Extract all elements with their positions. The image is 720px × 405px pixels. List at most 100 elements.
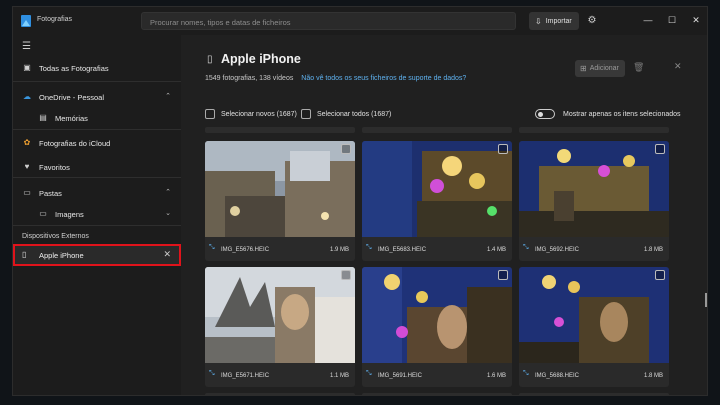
photo-tile[interactable]: ⤡ IMG_E5671.HEIC 1.1 MB [205,267,355,387]
maximize-button[interactable]: ☐ [661,11,683,29]
select-all-label: Selecionar todos (1687) [317,110,392,118]
photo-tile[interactable]: ⤡ IMG_5688.HEIC 1.8 MB [519,267,669,387]
sidebar-item-folders[interactable]: ▭ Pastas ⌃ [13,183,181,203]
vertical-scrollbar[interactable] [705,293,707,307]
divider [13,129,181,130]
sidebar-item-images[interactable]: ▭ Imagens ⌄ [13,204,181,224]
memories-icon: ▤ [39,113,47,122]
close-icon[interactable]: ✕ [674,61,682,72]
photo-select-checkbox[interactable] [341,144,351,154]
add-label: Adicionar [589,65,619,72]
close-window-button[interactable]: ✕ [685,11,707,29]
search-input[interactable]: Procurar nomes, tipos e datas de ficheir… [141,12,516,30]
photo-thumbnail [205,267,355,363]
photo-info: ⤡ IMG_E5671.HEIC 1.1 MB [205,363,355,387]
phone-icon: ▯ [22,250,27,259]
photo-select-checkbox[interactable] [498,144,508,154]
import-label: Importar [545,17,572,25]
select-new-label: Selecionar novos (1687) [221,110,297,118]
sidebar: ☰ ▣ Todas as Fotografias ☁ OneDrive - Pe… [13,35,181,395]
photo-select-checkbox[interactable] [655,270,665,280]
show-selected-label: Mostrar apenas os itens selecionados [563,110,681,118]
photo-file-icon: ⤡ [523,244,529,251]
hamburger-menu-icon[interactable]: ☰ [22,41,31,52]
select-all-checkbox[interactable]: Selecionar todos (1687) [301,108,391,120]
photo-size: 1.4 MB [486,247,506,253]
heart-icon: ♥ [24,162,30,171]
photo-select-checkbox[interactable] [498,270,508,280]
divider [13,177,181,178]
photo-filename: IMG_5691.HEIC [378,373,423,379]
photo-file-icon: ⤡ [366,244,372,251]
import-icon: ⇩ [535,16,542,26]
photo-file-icon: ⤡ [523,370,529,377]
settings-gear-icon[interactable]: ⚙ [585,14,599,28]
photo-filename: IMG_E5676.HEIC [221,247,270,253]
photo-file-icon: ⤡ [366,370,372,377]
next-row-edge [519,393,669,395]
checkbox-box[interactable] [301,109,311,119]
add-button[interactable]: ⊞ Adicionar [575,60,625,77]
chevron-up-icon[interactable]: ⌃ [165,92,171,100]
photo-size: 1.1 MB [329,373,349,379]
title-bar: Fotografias Procurar nomes, tipos e data… [13,7,707,35]
cloud-icon: ☁ [23,92,31,101]
next-row-edge [205,393,355,395]
photo-filename: IMG_5692.HEIC [535,247,580,253]
photo-file-icon: ⤡ [209,244,215,251]
photo-tile[interactable]: ⤡ IMG_5692.HEIC 1.8 MB [519,141,669,261]
sidebar-item-favorites[interactable]: ♥ Favoritos [13,157,181,177]
toggle-switch[interactable] [535,109,555,119]
divider [13,81,181,82]
photo-info: ⤡ IMG_E5683.HEIC 1.4 MB [362,237,512,261]
photo-thumbnail [519,141,669,237]
previous-row-edge [519,127,669,133]
photo-count-summary: 1549 fotografias, 138 vídeos Não vê todo… [205,75,466,82]
close-icon[interactable]: ✕ [163,249,171,260]
trash-icon[interactable]: 🗑 [633,62,644,73]
photo-thumbnail [362,141,512,237]
photo-thumbnail [519,267,669,363]
photo-tile[interactable]: ⤡ IMG_5691.HEIC 1.6 MB [362,267,512,387]
select-new-checkbox[interactable]: Selecionar novos (1687) [205,108,297,120]
photos-icon: ▣ [23,63,31,72]
photo-thumbnail [362,267,512,363]
chevron-down-icon[interactable]: ⌄ [165,209,171,217]
photo-count: 1549 fotografias, 138 vídeos [205,75,294,82]
previous-row-edge [362,127,512,133]
external-devices-heading: Dispositivos Externos [22,233,89,240]
photo-select-checkbox[interactable] [341,270,351,280]
photo-info: ⤡ IMG_5691.HEIC 1.6 MB [362,363,512,387]
photo-grid: ⤡ IMG_E5676.HEIC 1.9 MB ⤡ IMG_E5683.HEIC… [205,127,685,395]
icloud-icon: ✿ [23,138,31,147]
previous-row-edge [205,127,355,133]
page-title: Apple iPhone [221,52,301,66]
photo-filename: IMG_E5671.HEIC [221,373,270,379]
app-title: Fotografias [37,16,73,23]
photo-filename: IMG_E5683.HEIC [378,247,427,253]
sidebar-item-icloud[interactable]: ✿ Fotografias do iCloud [13,133,181,153]
sidebar-item-onedrive[interactable]: ☁ OneDrive - Pessoal ⌃ [13,87,181,107]
photo-size: 1.8 MB [643,247,663,253]
photo-size: 1.9 MB [329,247,349,253]
photos-app-icon [21,15,31,27]
folder-icon: ▭ [23,188,31,197]
photo-tile[interactable]: ⤡ IMG_E5683.HEIC 1.4 MB [362,141,512,261]
device-import-panel: ▯ Apple iPhone 1549 fotografias, 138 víd… [181,35,707,395]
photo-select-checkbox[interactable] [655,144,665,154]
photo-file-icon: ⤡ [209,370,215,377]
show-selected-toggle[interactable]: Mostrar apenas os itens selecionados [535,108,681,120]
minimize-button[interactable]: — [637,11,659,29]
sidebar-item-all-photos[interactable]: ▣ Todas as Fotografias [13,58,181,78]
chevron-up-icon[interactable]: ⌃ [165,188,171,196]
missing-files-link[interactable]: Não vê todos os seus ficheiros de suport… [301,75,466,82]
folder-icon: ▭ [39,209,47,218]
checkbox-box[interactable] [205,109,215,119]
import-button[interactable]: ⇩ Importar [529,12,579,30]
photo-info: ⤡ IMG_5688.HEIC 1.8 MB [519,363,669,387]
photo-tile[interactable]: ⤡ IMG_E5676.HEIC 1.9 MB [205,141,355,261]
sidebar-item-apple-iphone[interactable]: ▯ Apple iPhone ✕ [13,244,181,266]
next-row-edge [362,393,512,395]
photo-thumbnail [205,141,355,237]
sidebar-item-memories[interactable]: ▤ Memórias [13,108,181,128]
